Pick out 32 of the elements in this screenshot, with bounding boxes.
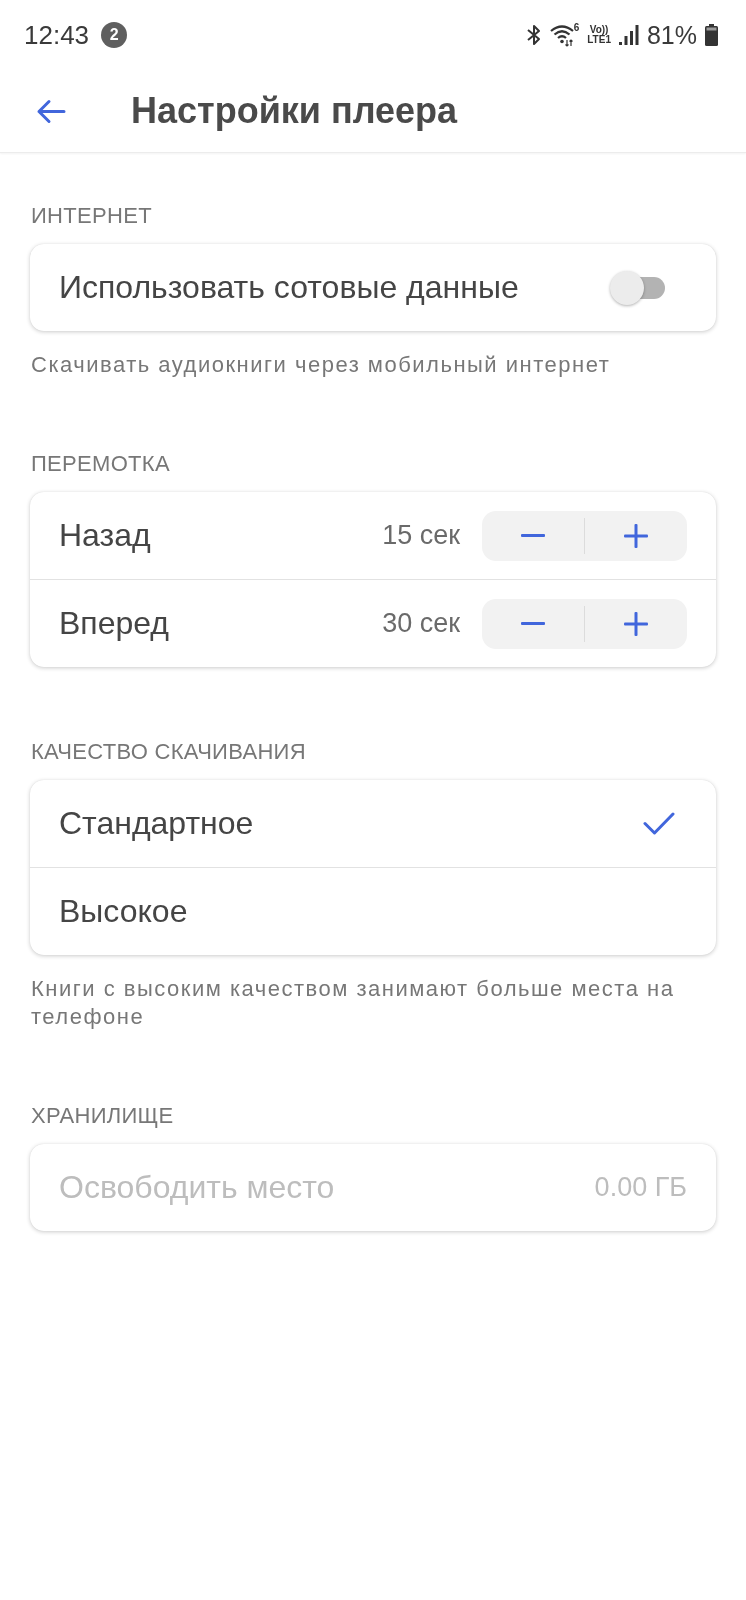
section-title: КАЧЕСТВО СКАЧИВАНИЯ: [30, 738, 307, 766]
notification-count-badge: 2: [101, 22, 128, 48]
setting-label: Вперед: [59, 605, 171, 642]
minus-icon: [521, 534, 545, 537]
volte-label: Vo)): [589, 25, 609, 35]
section-title: ПЕРЕМОТКА: [30, 450, 171, 478]
setting-label: Использовать сотовые данные: [59, 269, 520, 306]
section-title: ХРАНИЛИЩЕ: [30, 1102, 175, 1130]
lte-label: LTE1: [587, 35, 611, 45]
quality-option[interactable]: Стандартное: [30, 780, 716, 867]
storage-size-value: 0.00 ГБ: [594, 1172, 687, 1203]
minus-icon: [521, 622, 545, 625]
check-icon: [643, 811, 675, 836]
battery-percentage: 81%: [646, 20, 697, 50]
section-caption: Книги с высоким качеством занимают больше места на телефоне: [30, 975, 676, 1031]
toggle-switch[interactable]: [609, 269, 667, 306]
setting-value: 15 сек: [382, 520, 460, 551]
bluetooth-icon: [525, 24, 542, 46]
setting-label: Назад: [59, 517, 152, 554]
battery-icon: [705, 24, 718, 46]
section-caption: Скачивать аудиокниги через мобильный интернет: [30, 351, 612, 379]
wifi-icon: [549, 23, 574, 47]
clock-time: 12:43: [24, 19, 90, 51]
screen-title: Настройки плеера: [131, 90, 458, 132]
wifi-standard-label: 6: [573, 23, 580, 33]
plus-icon: [624, 611, 648, 636]
back-arrow-icon: [36, 98, 66, 124]
signal-icon: [618, 25, 639, 45]
quality-option[interactable]: Высокое: [30, 867, 716, 955]
setting-value: 30 сек: [382, 608, 460, 639]
plus-icon: [624, 523, 648, 548]
section-title: ИНТЕРНЕТ: [30, 202, 153, 230]
